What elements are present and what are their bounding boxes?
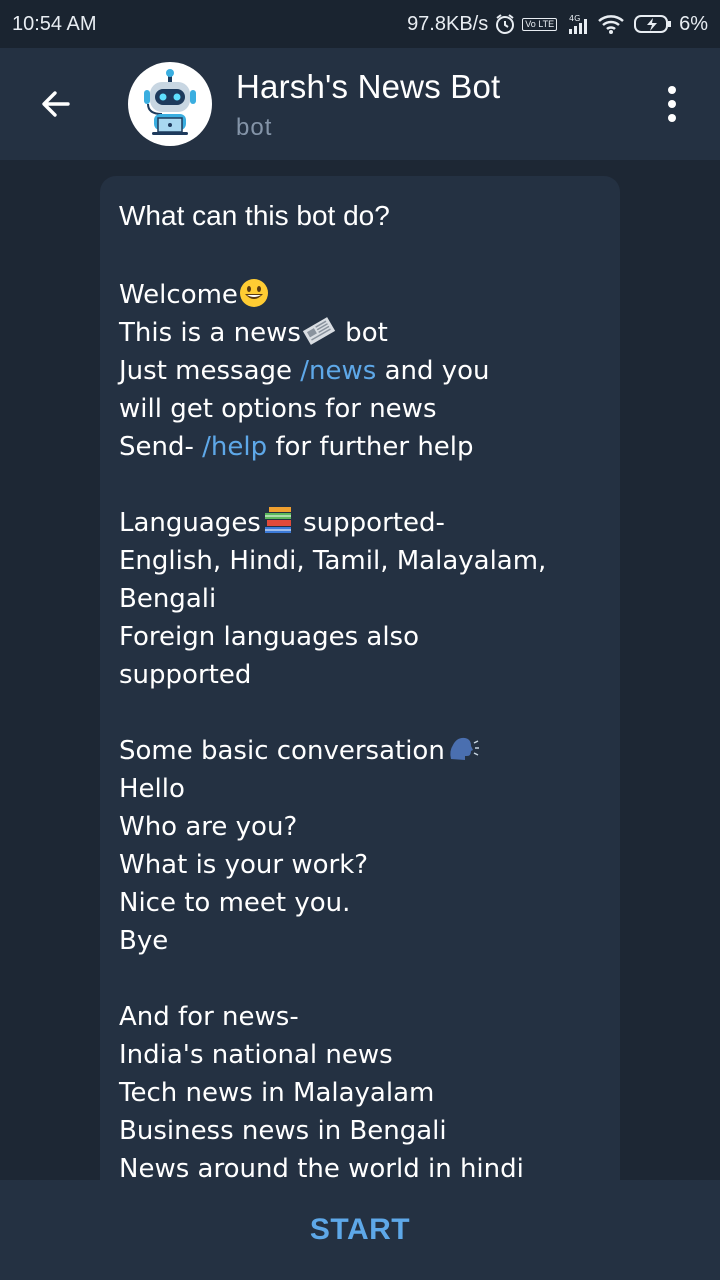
wifi-icon (597, 13, 627, 35)
message-line: Business news in Bengali (119, 1116, 447, 1146)
message-line: Languages supported- (119, 504, 601, 542)
back-button[interactable] (30, 78, 82, 130)
bottom-bar: START (0, 1180, 720, 1280)
status-time: 10:54 AM (12, 12, 97, 35)
message-line: Some basic conversation (119, 732, 601, 770)
bot-avatar[interactable] (128, 62, 212, 146)
bubble-title: What can this bot do? (119, 200, 390, 231)
chat-header: Harsh's News Bot bot (0, 48, 720, 160)
message-line (119, 694, 601, 732)
message-line: And for news- (119, 1002, 299, 1032)
cellular-signal-icon: 4G (563, 13, 591, 35)
battery-percentage: 6% (679, 12, 708, 35)
message-line (119, 960, 601, 998)
bot-command-link[interactable]: /news (300, 356, 376, 386)
message-line (119, 466, 601, 504)
svg-text:4G: 4G (569, 14, 580, 23)
message-line: Nice to meet you. (119, 888, 351, 918)
alarm-icon (494, 13, 516, 35)
bot-command-link[interactable]: /help (202, 432, 267, 462)
status-icons: 97.8KB/s Vo LTE 4G 6% (407, 13, 708, 36)
robot-avatar-icon (144, 69, 196, 135)
more-vertical-icon (668, 86, 676, 94)
message-line: Foreign languages also (119, 622, 419, 652)
message-line: Hello (119, 774, 185, 804)
message-line: Just message /news and you (119, 356, 490, 386)
bot-description-bubble: What can this bot do? Welcome This is a n… (100, 176, 620, 1180)
message-line: Who are you? (119, 812, 298, 842)
volte-icon: Vo LTE (522, 17, 558, 31)
message-line: supported (119, 660, 252, 690)
message-line: Welcome (119, 276, 601, 314)
message-line: Tech news in Malayalam (119, 1078, 435, 1108)
message-line: India's national news (119, 1040, 393, 1070)
message-line: Bengali (119, 584, 217, 614)
message-line: Send- /help for further help (119, 432, 474, 462)
network-speed: 97.8KB/s (407, 12, 489, 35)
arrow-left-icon (42, 91, 70, 117)
speaking-head-icon (445, 733, 481, 776)
status-bar: 10:54 AM 97.8KB/s Vo LTE 4G 6% (0, 0, 720, 48)
message-body: Welcome This is a news bot Just message /n… (119, 276, 601, 1180)
chat-title[interactable]: Harsh's News Bot (236, 68, 500, 106)
battery-charging-icon (633, 13, 673, 35)
start-button[interactable]: START (270, 1203, 450, 1257)
message-line: Bye (119, 926, 169, 956)
message-line: will get options for news (119, 394, 437, 424)
more-options-button[interactable] (648, 78, 696, 130)
message-line: English, Hindi, Tamil, Malayalam, (119, 546, 547, 576)
chat-area[interactable]: What can this bot do? Welcome This is a n… (0, 160, 720, 1180)
message-line: What is your work? (119, 850, 369, 880)
chat-subtitle: bot (236, 114, 273, 141)
message-line: This is a news bot (119, 314, 601, 352)
message-line: News around the world in hindi (119, 1154, 524, 1180)
